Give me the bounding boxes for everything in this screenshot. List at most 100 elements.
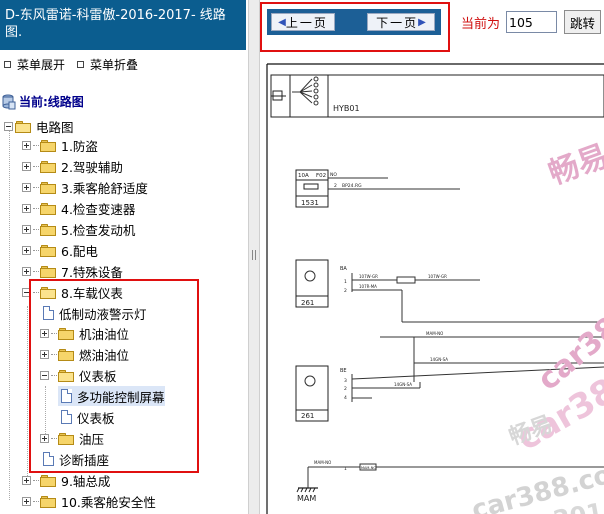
expand-icon[interactable] [22, 182, 31, 192]
svg-text:2: 2 [334, 183, 337, 189]
database-icon [2, 94, 16, 109]
expand-menu-label: 菜单展开 [17, 57, 66, 72]
tree-node-label: 1.防盗 [61, 138, 98, 154]
expand-icon[interactable] [40, 433, 49, 443]
tree-node-8-3[interactable]: 燃油油位 [40, 344, 129, 364]
svg-text:MAM-NO: MAM-NO [314, 460, 331, 465]
tree-node-root[interactable]: 电路图 [4, 116, 74, 136]
tree-node-label: 低制动液警示灯 [59, 306, 147, 322]
watermark: 畅易 [544, 139, 604, 192]
tree-node-8-4-1[interactable]: 多功能控制屏幕 [58, 386, 165, 406]
page-toolbar: ◀ 上一页 下一页 ▶ 当前为 跳转 [260, 0, 604, 52]
arrow-right-icon: ▶ [418, 16, 426, 28]
next-page-button[interactable]: 下一页 ▶ [367, 13, 435, 31]
tree-node-4[interactable]: 4.检查变速器 [22, 198, 135, 218]
expand-icon[interactable] [22, 203, 31, 213]
collapse-menu-button[interactable]: 菜单折叠 [77, 56, 138, 73]
folder-open-icon [15, 120, 32, 133]
folder-icon [40, 160, 57, 173]
tree-node-6[interactable]: 6.配电 [22, 240, 98, 260]
connector-icon [292, 76, 319, 106]
expand-icon[interactable] [40, 349, 49, 359]
tree-node-9[interactable]: 9.轴总成 [22, 470, 110, 490]
pane-splitter[interactable] [248, 0, 260, 514]
folder-icon [58, 327, 75, 340]
document-title: D-东风雷诺-科雷傲-2016-2017- 线路图. [0, 0, 246, 50]
tree-node-2[interactable]: 2.驾驶辅助 [22, 156, 123, 176]
tree-node-label: 油压 [79, 431, 105, 447]
folder-open-icon [58, 369, 75, 382]
collapse-icon[interactable] [4, 121, 13, 131]
tree-node-label: 5.检查发动机 [61, 222, 136, 238]
prev-page-label: 上一页 [285, 15, 328, 30]
expand-icon[interactable] [22, 161, 31, 171]
current-page-label: 当前为 [461, 17, 501, 32]
tree-node-8-4[interactable]: 仪表板 [40, 365, 117, 385]
tree-node-7[interactable]: 7.特殊设备 [22, 261, 123, 281]
component-id: 261 [301, 412, 314, 420]
ground-label: MAM [297, 494, 316, 503]
expand-icon[interactable] [22, 496, 31, 506]
tree-node-label: 仪表板 [77, 410, 115, 426]
current-location: 当前:线路图 [2, 93, 84, 110]
tree-node-label: 9.轴总成 [61, 473, 111, 489]
connector-label: HYB01 [333, 104, 360, 113]
prev-page-button[interactable]: ◀ 上一页 [271, 13, 335, 31]
svg-text:107W-GR: 107W-GR [359, 274, 378, 279]
folder-icon [40, 139, 57, 152]
tree-node-label: 3.乘客舱舒适度 [61, 180, 148, 196]
component-id: 261 [301, 299, 314, 307]
tree-node-5[interactable]: 5.检查发动机 [22, 219, 135, 239]
collapse-icon[interactable] [40, 370, 49, 380]
folder-icon [58, 432, 75, 445]
tree-node-label: 2.驾驶辅助 [61, 159, 123, 175]
svg-text:MAM-NO: MAM-NO [361, 466, 376, 470]
svg-text:MAM-NO: MAM-NO [426, 331, 443, 336]
folder-icon [40, 181, 57, 194]
tree-node-8-6[interactable]: 诊断插座 [40, 449, 109, 469]
current-location-label: 当前:线路图 [19, 95, 84, 109]
component-id: 1531 [301, 199, 319, 207]
tree-node-label: 燃油油位 [79, 347, 130, 363]
page-number-input[interactable] [506, 11, 557, 33]
svg-text:14GN-SA: 14GN-SA [430, 357, 448, 362]
tree-node-3[interactable]: 3.乘客舱舒适度 [22, 177, 148, 197]
tree-node-label: 多功能控制屏幕 [77, 389, 165, 405]
svg-text:BP24.RG: BP24.RG [342, 183, 362, 189]
tree-node-label: 8.车载仪表 [61, 285, 123, 301]
square-icon [77, 60, 85, 68]
expand-icon[interactable] [22, 245, 31, 255]
svg-text:NO: NO [330, 172, 337, 178]
svg-text:2: 2 [344, 288, 347, 294]
collapse-menu-label: 菜单折叠 [90, 57, 139, 72]
expand-icon[interactable] [22, 224, 31, 234]
svg-text:BA: BA [340, 266, 347, 272]
collapse-icon[interactable] [22, 287, 31, 297]
svg-text:2: 2 [344, 386, 347, 392]
tree-node-10[interactable]: 10.乘客舱安全性 [22, 491, 156, 511]
tree-node-1[interactable]: 1.防盗 [22, 135, 98, 155]
expand-icon[interactable] [22, 140, 31, 150]
expand-icon[interactable] [40, 328, 49, 338]
folder-icon [40, 202, 57, 215]
document-icon [43, 306, 54, 320]
tree-node-label: 仪表板 [79, 368, 117, 384]
tree-node-8-2[interactable]: 机油油位 [40, 323, 129, 343]
folder-open-icon [40, 286, 57, 299]
folder-icon [40, 223, 57, 236]
folder-icon [40, 495, 57, 508]
expand-menu-button[interactable]: 菜单展开 [4, 56, 65, 73]
tree-node-label: 6.配电 [61, 243, 98, 259]
folder-icon [40, 474, 57, 487]
expand-icon[interactable] [22, 266, 31, 276]
page-nav: ◀ 上一页 下一页 ▶ [267, 9, 441, 35]
jump-button[interactable]: 跳转 [564, 10, 601, 34]
tree-node-label: 4.检查变速器 [61, 201, 136, 217]
svg-text:4: 4 [344, 395, 347, 401]
tree-node-8-4-2[interactable]: 仪表板 [58, 407, 115, 427]
expand-icon[interactable] [22, 475, 31, 485]
fuse-id: F02 [316, 173, 326, 179]
tree-node-8-1[interactable]: 低制动液警示灯 [40, 303, 147, 323]
tree-node-8[interactable]: 8.车载仪表 [22, 282, 123, 302]
tree-node-8-5[interactable]: 油压 [40, 428, 104, 448]
